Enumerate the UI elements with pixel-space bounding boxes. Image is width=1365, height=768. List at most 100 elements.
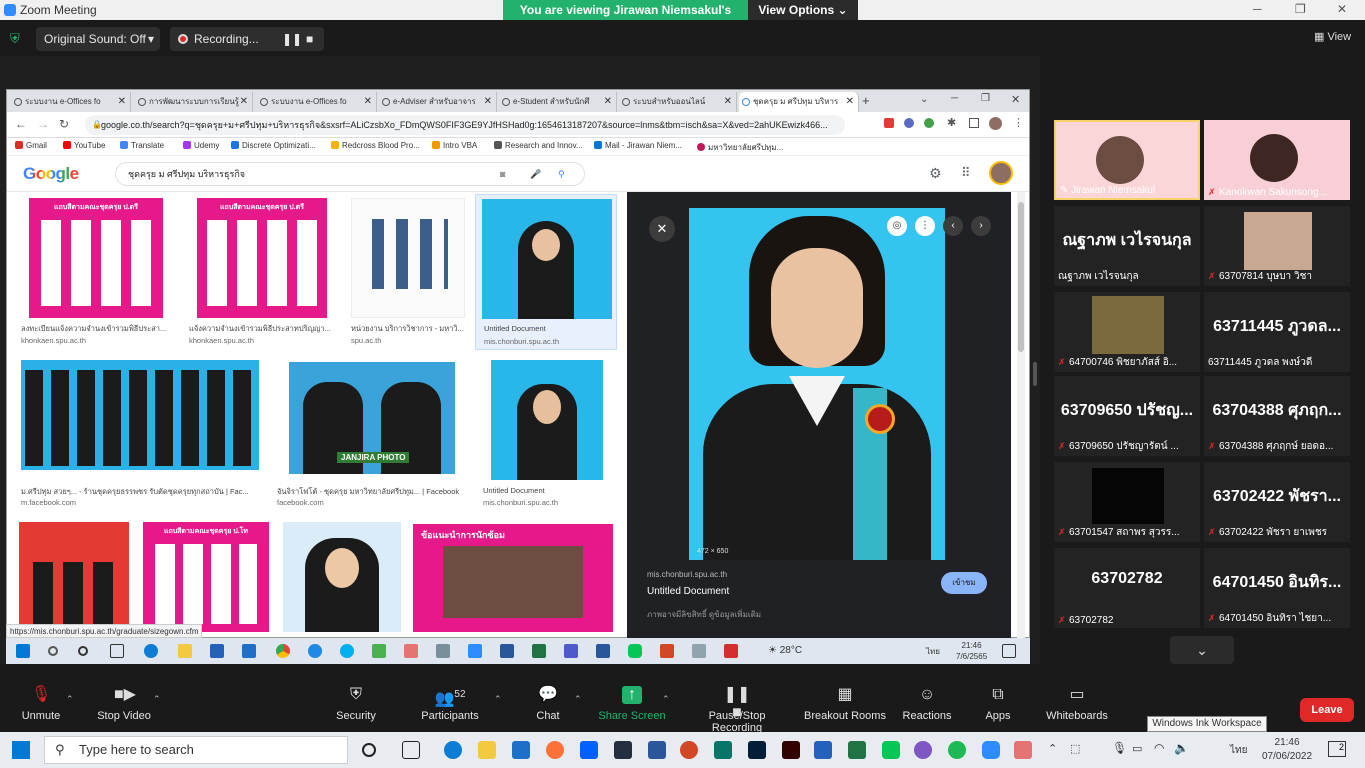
app-icon[interactable]	[1014, 741, 1032, 759]
participant-tile[interactable]: ณฐาภพ เวไรจนกุล ณฐาภพ เวไรจนกุล	[1054, 206, 1200, 286]
profile-avatar[interactable]	[989, 117, 1002, 130]
bookmark-youtube[interactable]: YouTube	[63, 141, 105, 150]
close-icon[interactable]: ✕	[1011, 93, 1020, 106]
participant-tile[interactable]: 63711445 ภูวดล... 63711445 ภูวดล พงษ์วดี	[1204, 292, 1350, 372]
powerpoint-icon[interactable]	[660, 644, 674, 658]
whiteboards-button[interactable]: ▭ Whiteboards	[1044, 686, 1110, 722]
apps-icon[interactable]: ⠿	[961, 165, 971, 181]
pdf-icon[interactable]	[724, 644, 738, 658]
close-icon[interactable]: ✕	[1337, 2, 1347, 16]
minimize-icon[interactable]: ─	[1253, 2, 1262, 16]
scrollbar[interactable]	[1017, 192, 1025, 639]
chat-button[interactable]: 💬 Chat	[530, 686, 566, 722]
dropbox-icon[interactable]	[580, 741, 598, 759]
browser-tab[interactable]: e-Adviser สำหรับอาจาร ✕	[379, 92, 497, 112]
participant-tile[interactable]: ✗ 64700746 พิชยาภัสส์ อิ...	[1054, 292, 1200, 372]
result-image[interactable]	[21, 360, 259, 470]
reactions-button[interactable]: ☺ Reactions	[902, 686, 952, 722]
chevron-up-icon[interactable]: ⌃	[1048, 742, 1057, 755]
mic-icon[interactable]: 🎤	[530, 163, 541, 185]
clock[interactable]: 21:46 7/6/2565	[956, 640, 987, 662]
pause-stop-recording-button[interactable]: ❚❚ ■ Pause/Stop Recording	[682, 686, 792, 734]
maximize-icon[interactable]: ❐	[1295, 2, 1306, 16]
bookmark-translate[interactable]: Translate	[120, 141, 164, 150]
more-icon[interactable]: ⋮	[915, 216, 935, 236]
browser-tab[interactable]: ระบบงาน e-Offices fo ✕	[257, 92, 377, 112]
participant-tile-active[interactable]: ✎ Jirawan Niemsakul	[1054, 120, 1200, 200]
extension-icon[interactable]	[884, 118, 894, 128]
bookmark-udemy[interactable]: Udemy	[183, 141, 219, 150]
stop-video-button[interactable]: ■▶ Stop Video	[94, 686, 154, 722]
close-icon[interactable]: ✕	[118, 92, 126, 112]
side-panel-icon[interactable]	[969, 118, 979, 128]
next-icon[interactable]: ›	[971, 216, 991, 236]
photoshop-icon[interactable]	[748, 741, 766, 759]
chevron-up-icon[interactable]: ⌃	[574, 694, 582, 705]
breakout-rooms-button[interactable]: ▦ Breakout Rooms	[802, 686, 888, 722]
result-image[interactable]	[283, 522, 401, 632]
preview-image[interactable]	[689, 208, 945, 560]
spotify-icon[interactable]	[948, 741, 966, 759]
chevron-down-icon[interactable]: ⌄	[920, 94, 928, 105]
scrollbar-thumb[interactable]	[1018, 202, 1024, 352]
notification-icon[interactable]	[1002, 644, 1016, 658]
result-title[interactable]: Untitled Document	[483, 486, 545, 495]
back-icon[interactable]: ←	[15, 117, 27, 131]
result-title[interactable]: หน่วยงาน บริการวิชาการ - มหาวิ...	[351, 323, 471, 335]
close-icon[interactable]: ✕	[240, 92, 248, 112]
windows-start-icon[interactable]	[12, 741, 30, 759]
google-logo[interactable]: Google	[23, 164, 79, 184]
visit-button[interactable]: เข้าชม	[941, 572, 987, 594]
close-icon[interactable]: ✕	[649, 216, 675, 242]
clock[interactable]: 21:46 07/06/2022	[1262, 736, 1312, 764]
camtasia-icon[interactable]	[372, 644, 386, 658]
word-icon[interactable]	[500, 644, 514, 658]
bookmark-gmail[interactable]: Gmail	[15, 141, 47, 150]
close-icon[interactable]: ✕	[604, 92, 612, 112]
participant-tile[interactable]: 63704388 ศุภฤก... ✗ 63704388 ศุภฤกษ์ ยอดอ…	[1204, 376, 1350, 456]
folder-icon[interactable]	[478, 741, 496, 759]
notification-icon[interactable]: 2	[1328, 741, 1346, 757]
participant-tile[interactable]: ✗ 63707814 บุษบา วิชา	[1204, 206, 1350, 286]
previous-icon[interactable]: ‹	[943, 216, 963, 236]
participant-tile[interactable]: ✗ 63701547 สถาพร สุวรร...	[1054, 462, 1200, 542]
participants-button[interactable]: 👥52 Participants	[418, 686, 482, 722]
result-image[interactable]	[19, 522, 129, 632]
bookmark-mail[interactable]: Mail - Jirawan Niem...	[594, 141, 682, 150]
bookmark-research[interactable]: Research and Innov...	[494, 141, 583, 150]
taskbar-search-input[interactable]: ⚲ Type here to search	[44, 736, 348, 764]
edge-icon[interactable]	[444, 741, 462, 759]
bookmark-discrete[interactable]: Discrete Optimizati...	[231, 141, 316, 150]
browser-tab[interactable]: การพัฒนาระบบการเรียนรู้ ✕	[135, 92, 253, 112]
word-icon[interactable]	[596, 644, 610, 658]
reload-icon[interactable]: ↻	[59, 117, 69, 131]
profile-avatar[interactable]	[989, 161, 1013, 185]
store-icon[interactable]	[210, 644, 224, 658]
selected-result[interactable]: Untitled Document mis.chonburi.spu.ac.th	[475, 194, 617, 350]
chrome-icon[interactable]	[276, 644, 290, 658]
word-icon[interactable]	[648, 741, 666, 759]
skype-icon[interactable]	[340, 644, 354, 658]
url-field[interactable]: google.co.th/search?q=ชุดครุย+ม+ศรีปทุม+…	[85, 115, 845, 135]
excel-icon[interactable]	[848, 741, 866, 759]
google-search-input[interactable]: ชุดครุย ม ศรีปทุม บริหารธุรกิจ ◙ 🎤 ⚲	[115, 162, 585, 186]
powerpoint-icon[interactable]	[680, 741, 698, 759]
mail-icon[interactable]	[242, 644, 256, 658]
result-title[interactable]: จันจิราโฟโต้ - ชุดครุย มหาวิทยาลัยศรีปทุ…	[277, 486, 477, 498]
participant-tile[interactable]: 63702782 ✗ 63702782	[1054, 548, 1200, 628]
bookmark-vba[interactable]: Intro VBA	[432, 141, 477, 150]
minimize-icon[interactable]: ─	[951, 93, 958, 104]
folder-icon[interactable]	[178, 644, 192, 658]
browser-tab[interactable]: ระบบงาน e-Offices fo ✕	[11, 92, 131, 112]
result-image[interactable]: JANJIRA PHOTO	[289, 362, 455, 474]
result-image[interactable]: แถบสีตามคณะชุดครุย ป.ตรี	[29, 198, 163, 318]
edge-icon[interactable]	[144, 644, 158, 658]
chevron-up-icon[interactable]: ⌃	[494, 694, 502, 705]
result-image[interactable]	[491, 360, 603, 480]
battery-icon[interactable]: ▭	[1132, 742, 1142, 755]
browser-tab-active[interactable]: ชุดครุย ม ศรีปทุม บริหาร ✕	[739, 92, 859, 112]
task-view-icon[interactable]	[110, 644, 124, 658]
forward-icon[interactable]: →	[37, 117, 49, 131]
browser-icon[interactable]	[914, 741, 932, 759]
close-icon[interactable]: ✕	[484, 92, 492, 112]
